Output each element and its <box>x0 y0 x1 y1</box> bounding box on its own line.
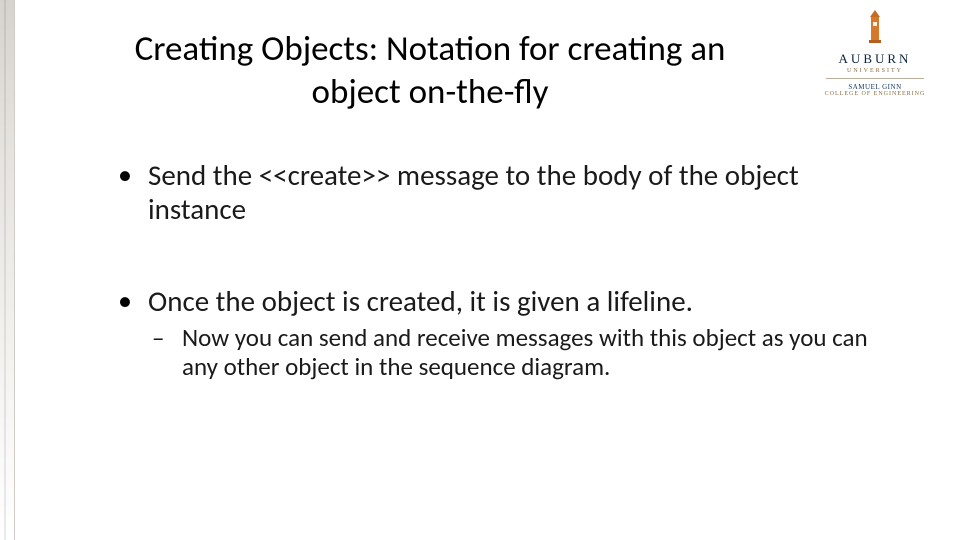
slide: Creating Objects: Notation for creating … <box>0 0 960 540</box>
logo-subtitle-3: COLLEGE OF ENGINEERING <box>820 91 930 97</box>
bullet-item: Send the <<create>> message to the body … <box>110 158 900 226</box>
bullet-item: Once the object is created, it is given … <box>110 284 900 381</box>
bullet-text: Once the object is created, it is given … <box>148 283 693 319</box>
logo-word: AUBURN <box>820 51 930 67</box>
left-decorative-strip <box>0 0 15 540</box>
sub-bullet-list: Now you can send and receive messages wi… <box>148 323 900 382</box>
slide-title: Creating Objects: Notation for creating … <box>100 28 760 113</box>
logo-divider <box>826 78 924 79</box>
logo-subtitle-1: UNIVERSITY <box>820 68 930 74</box>
bullet-text: Send the <<create>> message to the body … <box>148 157 799 227</box>
university-logo: AUBURN UNIVERSITY SAMUEL GINN COLLEGE OF… <box>820 10 930 97</box>
logo-subtitle-2: SAMUEL GINN <box>820 83 930 91</box>
content-area: Send the <<create>> message to the body … <box>110 158 900 440</box>
sub-bullet-item: Now you can send and receive messages wi… <box>148 323 900 382</box>
sub-bullet-text: Now you can send and receive messages wi… <box>182 322 868 383</box>
bullet-list: Send the <<create>> message to the body … <box>110 158 900 382</box>
tower-icon <box>864 10 886 49</box>
